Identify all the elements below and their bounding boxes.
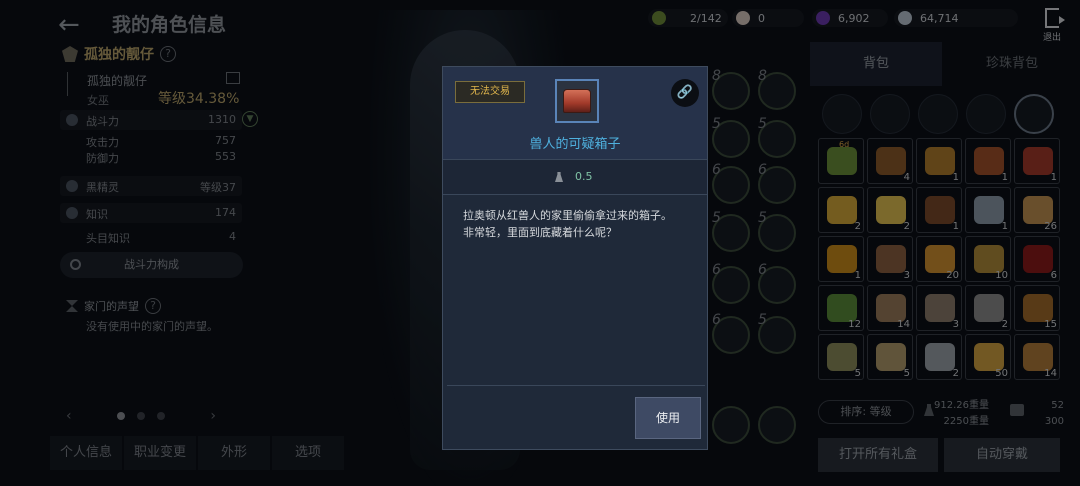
item-weight-row: 0.5 [443, 159, 707, 195]
link-icon[interactable]: 🔗 [671, 79, 699, 107]
item-weight-value: 0.5 [575, 170, 593, 183]
item-icon-frame [555, 79, 599, 123]
chest-icon [563, 89, 591, 113]
weight-icon [555, 172, 563, 182]
description-line: 拉奥顿从红兽人的家里偷偷拿过来的箱子。 [463, 209, 672, 222]
divider [447, 385, 705, 386]
item-name: 兽人的可疑箱子 [529, 137, 621, 152]
item-description: 拉奥顿从红兽人的家里偷偷拿过来的箱子。 非常轻，里面到底藏着什么呢？ [463, 207, 693, 241]
use-button[interactable]: 使用 [635, 397, 701, 439]
item-tooltip-modal: 无法交易 🔗 兽人的可疑箱子 0.5 拉奥顿从红兽人的家里偷偷拿过来的箱子。 非… [442, 66, 708, 450]
description-line: 非常轻，里面到底藏着什么呢？ [463, 226, 617, 239]
untradeable-badge: 无法交易 [455, 81, 525, 103]
